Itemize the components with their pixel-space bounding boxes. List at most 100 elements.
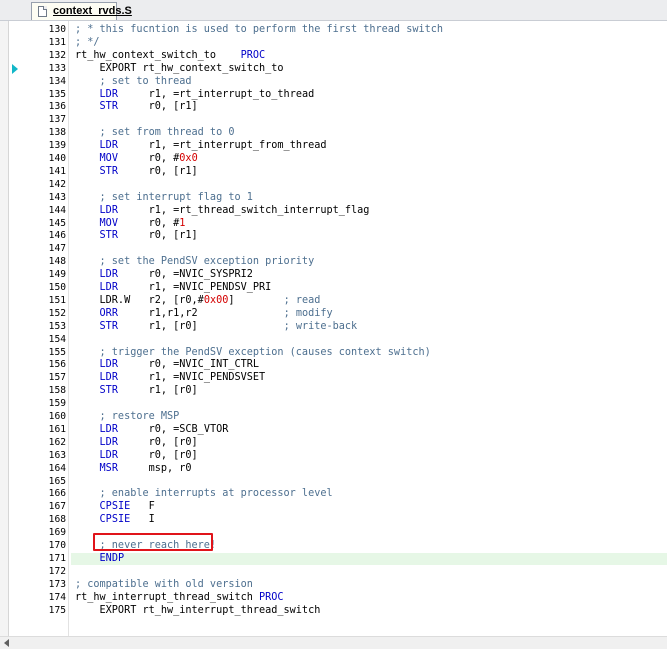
code-line[interactable]: 161 LDR r0, =SCB_VTOR [9, 424, 667, 436]
line-number: 166 [48, 488, 66, 500]
code-line[interactable]: 130 ; * this fucntion is used to perform … [9, 24, 667, 36]
line-number: 146 [48, 230, 66, 242]
code-line[interactable]: 141 STR r0, [r1] [9, 166, 667, 178]
code-token: PROC [240, 49, 266, 61]
line-source: LDR r1, =NVIC_PENDSVSET [75, 372, 266, 384]
code-line[interactable]: 168 CPSIE I [9, 514, 667, 526]
code-line[interactable]: 157 LDR r1, =NVIC_PENDSVSET [9, 372, 667, 384]
code-line[interactable]: 136 STR r0, [r1] [9, 101, 667, 113]
code-token: I [130, 514, 155, 526]
code-line[interactable]: 175 EXPORT rt_hw_interrupt_thread_switch [9, 605, 667, 617]
code-token: STR [99, 230, 118, 242]
code-line[interactable]: 167 CPSIE F [9, 501, 667, 513]
code-line[interactable]: 138 ; set from thread to 0 [9, 127, 667, 139]
line-number: 134 [48, 75, 66, 87]
code-token: ; read [283, 294, 321, 306]
code-token: PROC [259, 591, 284, 603]
code-line[interactable]: 137 [9, 114, 667, 126]
tab-context-rvds-s[interactable]: context_rvds.S [31, 2, 132, 20]
code-token: LDR [99, 436, 118, 448]
code-line[interactable]: 171 ENDP [9, 552, 667, 565]
code-token: STR [99, 101, 118, 113]
code-line[interactable]: 133 EXPORT rt_hw_context_switch_to [9, 63, 667, 75]
line-number: 157 [48, 372, 66, 384]
line-source: STR r1, [r0] [75, 385, 198, 397]
code-token: LDR [99, 140, 118, 152]
code-line[interactable]: 173 ; compatible with old version [9, 579, 667, 591]
code-line[interactable]: 174 rt_hw_interrupt_thread_switch PROC [9, 592, 667, 604]
line-source: ; compatible with old version [75, 579, 253, 591]
line-number: 164 [48, 462, 66, 474]
line-source: STR r0, [r1] [75, 230, 198, 242]
line-number: 138 [48, 127, 66, 139]
line-source: LDR r0, =NVIC_INT_CTRL [75, 359, 259, 371]
line-number: 147 [48, 243, 66, 255]
code-line[interactable]: 154 [9, 334, 667, 346]
code-line[interactable]: 140 MOV r0, #0x0 [9, 153, 667, 165]
execution-arrow-icon [12, 64, 18, 74]
code-line[interactable]: 134 ; set to thread [9, 76, 667, 88]
code-line[interactable]: 143 ; set interrupt flag to 1 [9, 192, 667, 204]
code-line[interactable]: 150 LDR r1, =NVIC_PENDSV_PRI [9, 282, 667, 294]
line-source: ; * this fucntion is used to perform the… [75, 24, 443, 36]
code-token: ; * this fucntion is used to perform the… [75, 24, 444, 35]
code-token: ; modify [283, 307, 333, 319]
code-line[interactable]: 162 LDR r0, [r0] [9, 437, 667, 449]
line-source: ORR r1,r1,r2 ; modify [75, 308, 333, 320]
line-number: 167 [48, 501, 66, 513]
code-token: 0x00 [203, 294, 229, 306]
line-source: ; set the PendSV exception priority [75, 256, 315, 268]
code-line[interactable]: 160 ; restore MSP [9, 411, 667, 423]
line-number: 143 [48, 191, 66, 203]
code-line[interactable]: 135 LDR r1, =rt_interrupt_to_thread [9, 89, 667, 101]
code-line[interactable]: 144 LDR r1, =rt_thread_switch_interrupt_… [9, 205, 667, 217]
code-line[interactable]: 131 ; */ [9, 37, 667, 49]
code-line[interactable]: 146 STR r0, [r1] [9, 230, 667, 242]
code-line[interactable]: 164 MSR msp, r0 [9, 463, 667, 475]
line-number: 170 [48, 540, 66, 551]
code-line[interactable]: 153 STR r1, [r0] ; write-back [9, 321, 667, 333]
code-line[interactable]: 145 MOV r0, #1 [9, 218, 667, 230]
code-line[interactable]: 132 rt_hw_context_switch_to PROC [9, 50, 667, 62]
code-token: LDR [99, 282, 118, 293]
code-line[interactable]: 155 ; trigger the PendSV exception (caus… [9, 347, 667, 359]
line-source: MOV r0, #1 [75, 218, 186, 230]
code-line[interactable]: 159 [9, 398, 667, 410]
code-line[interactable]: 172 [9, 566, 667, 578]
code-line[interactable]: 149 LDR r0, =NVIC_SYSPRI2 [9, 269, 667, 281]
line-number: 141 [48, 165, 66, 177]
code-line[interactable]: 139 LDR r1, =rt_interrupt_from_thread [9, 140, 667, 152]
line-number: 137 [48, 114, 66, 126]
code-token: LDR [99, 269, 118, 281]
code-line[interactable]: 148 ; set the PendSV exception priority [9, 256, 667, 268]
line-number: 151 [48, 294, 66, 306]
code-token: ] [228, 294, 284, 306]
code-token: r1, =rt_interrupt_from_thread [117, 140, 327, 152]
horizontal-scrollbar[interactable] [0, 636, 667, 649]
line-source: LDR r1, =rt_interrupt_from_thread [75, 140, 327, 152]
code-line[interactable]: 147 [9, 243, 667, 255]
code-line[interactable]: 142 [9, 179, 667, 191]
line-number: 150 [48, 282, 66, 293]
code-token: r1, =rt_interrupt_to_thread [117, 88, 315, 100]
code-token: rt_hw_context_switch_to [75, 49, 241, 61]
code-line[interactable]: 156 LDR r0, =NVIC_INT_CTRL [9, 359, 667, 371]
code-line[interactable]: 151 LDR.W r2, [r0,#0x00] ; read [9, 295, 667, 307]
code-token: EXPORT rt_hw_context_switch_to [75, 62, 284, 74]
line-number: 149 [48, 269, 66, 281]
code-token: ; write-back [283, 320, 358, 332]
code-line[interactable]: 158 STR r1, [r0] [9, 385, 667, 397]
code-token: STR [99, 385, 118, 397]
line-number: 154 [48, 333, 66, 345]
code-line[interactable]: 165 [9, 476, 667, 488]
code-line[interactable]: 163 LDR r0, [r0] [9, 450, 667, 462]
code-line[interactable]: 152 ORR r1,r1,r2 ; modify [9, 308, 667, 320]
scroll-left-arrow-icon[interactable] [4, 639, 9, 647]
code-line[interactable]: 166 ; enable interrupts at processor lev… [9, 488, 667, 500]
